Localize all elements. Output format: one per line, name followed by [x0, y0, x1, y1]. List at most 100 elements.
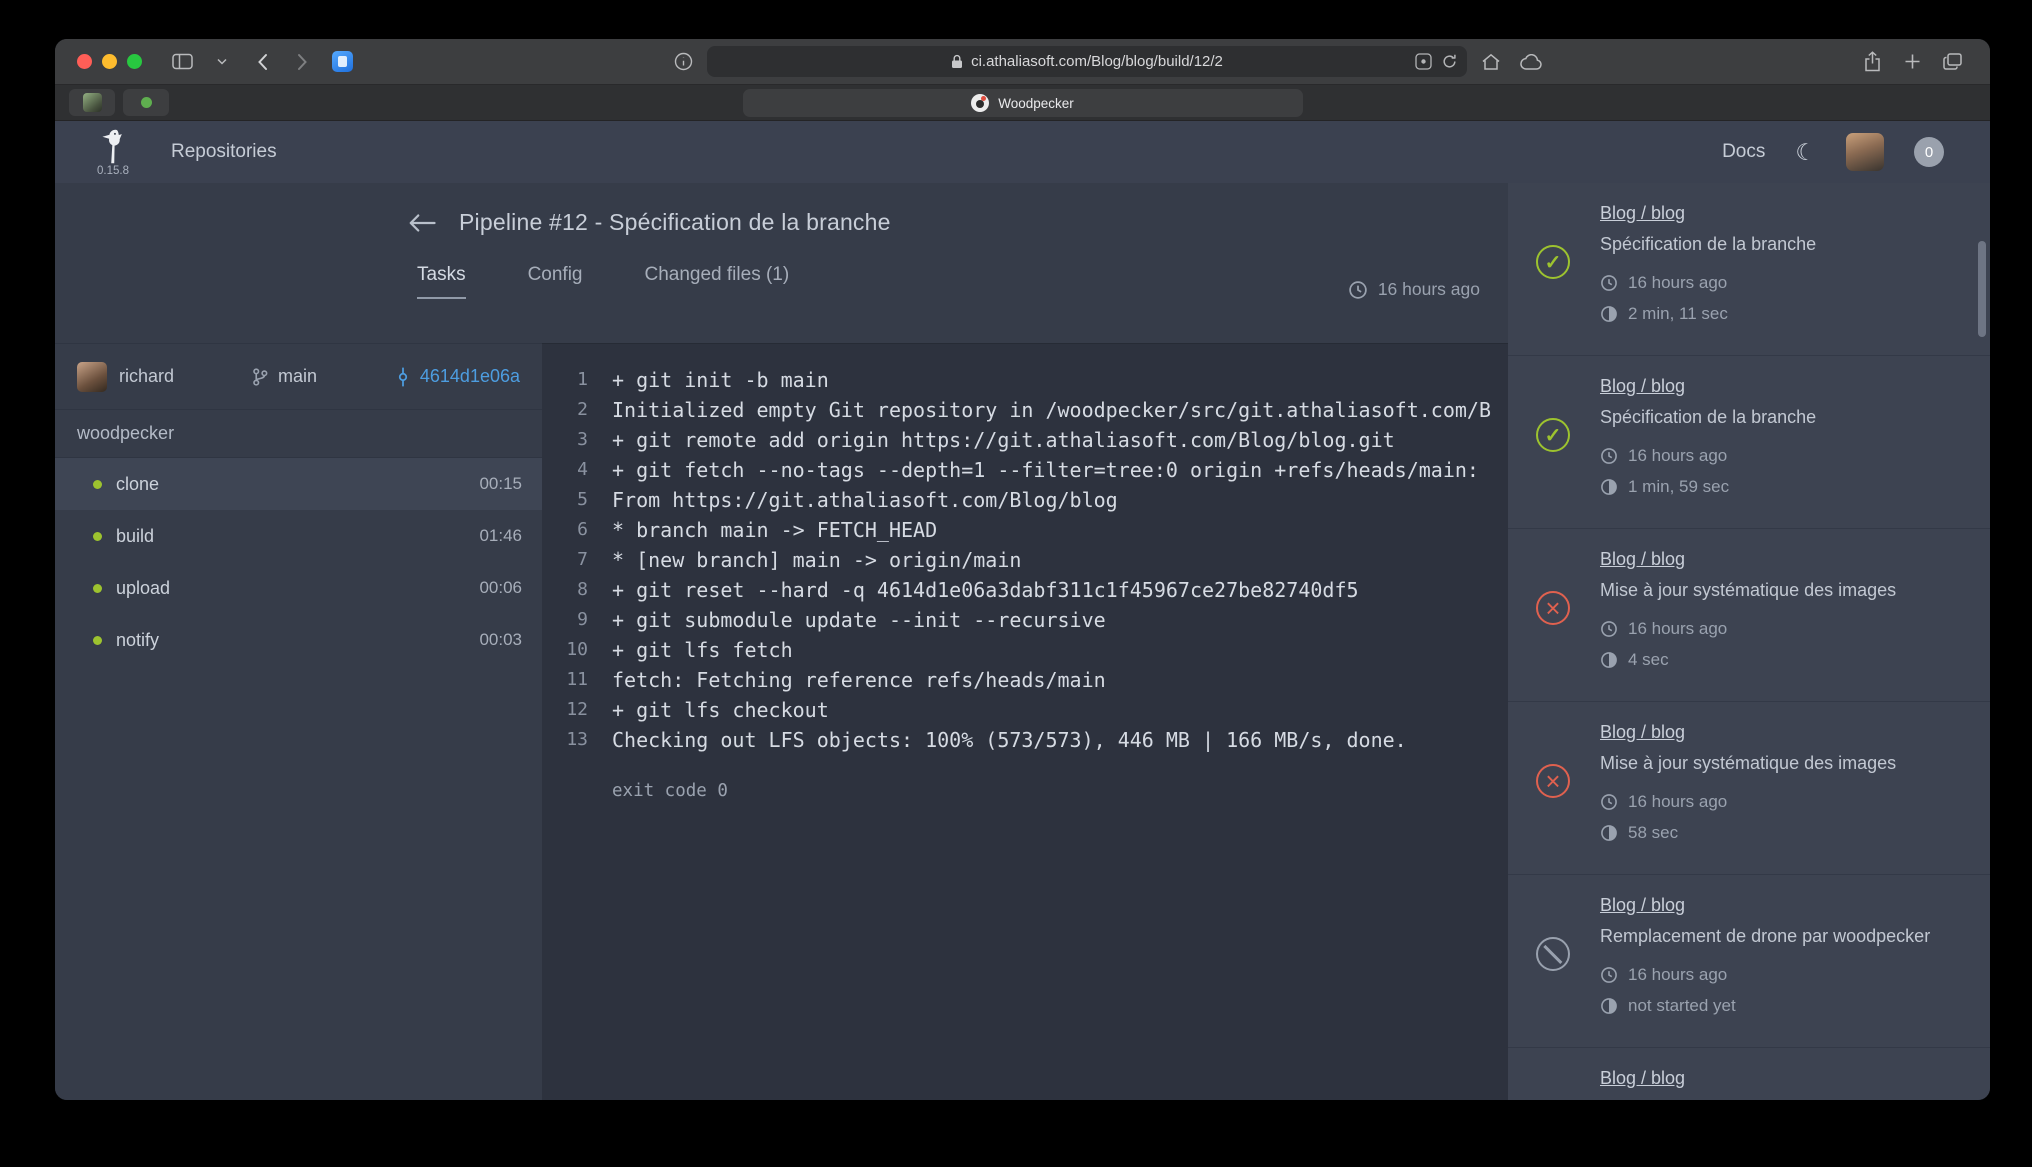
log-line-number[interactable]: 6 — [542, 515, 588, 545]
log-line: 1 + git init -b main — [542, 365, 1508, 395]
forward-button[interactable] — [286, 47, 318, 77]
address-bar[interactable]: ci.athaliasoft.com/Blog/blog/build/12/2 — [707, 46, 1467, 77]
tabs-overview-button[interactable] — [1936, 47, 1968, 77]
build-time-row: 16 hours ago — [1600, 267, 1960, 298]
build-message: Mise à jour systématique des images — [1600, 575, 1960, 605]
log-line-text: Checking out LFS objects: 100% (573/573)… — [612, 725, 1407, 755]
step-duration: 00:03 — [479, 630, 522, 650]
log-line-number[interactable]: 5 — [542, 485, 588, 515]
woodpecker-bird-icon — [98, 128, 128, 165]
log-line-number[interactable]: 7 — [542, 545, 588, 575]
close-window-button[interactable] — [77, 54, 92, 69]
active-tab[interactable]: Woodpecker — [743, 89, 1303, 117]
pinned-tab-1[interactable] — [69, 89, 115, 116]
app-shortcut-button[interactable] — [326, 47, 358, 77]
log-line: 7 * [new branch] main -> origin/main — [542, 545, 1508, 575]
reload-button[interactable] — [1441, 53, 1458, 70]
duration-icon — [1600, 997, 1618, 1015]
theme-toggle-moon-icon[interactable]: ☾ — [1795, 141, 1816, 164]
build-duration: 2 min, 11 sec — [1628, 298, 1728, 329]
pipeline-tab[interactable]: Changed files (1) — [645, 264, 790, 299]
tab-title: Woodpecker — [998, 96, 1074, 111]
build-repo-link[interactable]: Blog / blog — [1600, 545, 1685, 573]
new-tab-button[interactable] — [1896, 47, 1928, 77]
build-item[interactable]: Blog / blog Remplacement de drone par wo… — [1508, 875, 1990, 1048]
log-line-number[interactable]: 10 — [542, 635, 588, 665]
tabs-overview-icon — [1943, 53, 1962, 70]
sidebar-scrollbar-thumb[interactable] — [1978, 241, 1986, 337]
author-avatar — [77, 362, 107, 392]
page-menu-button[interactable] — [667, 47, 699, 77]
build-item[interactable]: Blog / blog Spécification de la branche … — [1508, 356, 1990, 529]
app-header: 0.15.8 Repositories Docs ☾ 0 — [55, 121, 1990, 183]
step-row[interactable]: build 01:46 — [55, 510, 542, 562]
pipeline-back-button[interactable] — [407, 211, 437, 235]
log-line-number[interactable]: 12 — [542, 695, 588, 725]
tab-group-chevron-button[interactable] — [206, 47, 238, 77]
log-line-number[interactable]: 8 — [542, 575, 588, 605]
share-button[interactable] — [1856, 47, 1888, 77]
build-repo-link[interactable]: Blog / blog — [1600, 372, 1685, 400]
minimize-window-button[interactable] — [102, 54, 117, 69]
share-icon — [1864, 51, 1881, 72]
docs-link[interactable]: Docs — [1722, 141, 1765, 163]
tab-strip: Woodpecker — [55, 85, 1990, 121]
step-status-dot — [93, 584, 102, 593]
log-line-number[interactable]: 3 — [542, 425, 588, 455]
log-line-number[interactable]: 1 — [542, 365, 588, 395]
workflow-group-label: woodpecker — [55, 410, 542, 458]
reload-icon — [1441, 53, 1458, 70]
commit-sha: 4614d1e06a — [420, 366, 520, 387]
sidebar-toggle-button[interactable] — [166, 47, 198, 77]
step-row[interactable]: upload 00:06 — [55, 562, 542, 614]
build-repo-link[interactable]: Blog / blog — [1600, 199, 1685, 227]
build-duration-row: 2 min, 11 sec — [1600, 298, 1960, 329]
url-text: ci.athaliasoft.com/Blog/blog/build/12/2 — [971, 53, 1223, 70]
nav-repositories[interactable]: Repositories — [171, 141, 277, 163]
log-line-number[interactable]: 11 — [542, 665, 588, 695]
build-item[interactable]: Blog / blog Spécification de la branche … — [1508, 183, 1990, 356]
commit-sha-link[interactable]: 4614d1e06a — [393, 366, 520, 387]
woodpecker-favicon — [971, 94, 989, 112]
log-line-text: From https://git.athaliasoft.com/Blog/bl… — [612, 485, 1118, 515]
woodpecker-logo[interactable]: 0.15.8 — [97, 128, 129, 177]
build-time-row: 16 hours ago — [1600, 786, 1960, 817]
step-row[interactable]: notify 00:03 — [55, 614, 542, 666]
exit-code: exit code 0 — [612, 776, 1508, 806]
duration-icon — [1600, 478, 1618, 496]
build-repo-link[interactable]: Blog / blog — [1600, 891, 1685, 919]
cloud-tabs-button[interactable] — [1515, 47, 1547, 77]
back-button[interactable] — [246, 47, 278, 77]
log-line-number[interactable]: 9 — [542, 605, 588, 635]
build-item[interactable]: Blog / blog Mise à jour systématique des… — [1508, 702, 1990, 875]
pipeline-tabs: Tasks Config Changed files (1) — [417, 264, 1484, 299]
privacy-report-button[interactable] — [1415, 53, 1432, 70]
pipeline-tab[interactable]: Config — [528, 264, 583, 299]
pinned-tab-2[interactable] — [123, 89, 169, 116]
step-duration: 00:15 — [479, 474, 522, 494]
step-row[interactable]: clone 00:15 — [55, 458, 542, 510]
log-line-text: + git lfs fetch — [612, 635, 793, 665]
build-time: 16 hours ago — [1628, 613, 1727, 644]
build-duration: 58 sec — [1628, 817, 1678, 848]
build-time-row: 16 hours ago — [1600, 959, 1960, 990]
branch-icon — [250, 367, 270, 387]
zoom-window-button[interactable] — [127, 54, 142, 69]
log-line-number[interactable]: 2 — [542, 395, 588, 425]
notification-badge[interactable]: 0 — [1914, 137, 1944, 167]
log-line: 12 + git lfs checkout — [542, 695, 1508, 725]
user-avatar[interactable] — [1846, 133, 1884, 171]
log-line-number[interactable]: 13 — [542, 725, 588, 755]
build-item[interactable]: Blog / blog Mise à jour systématique des… — [1508, 529, 1990, 702]
chevron-down-icon — [217, 58, 227, 65]
build-status-icon — [1536, 418, 1570, 452]
clock-icon — [1348, 280, 1368, 300]
build-duration: 1 min, 59 sec — [1628, 471, 1729, 502]
lock-icon — [951, 54, 963, 69]
build-item[interactable]: Blog / blog Remplacement de drone par wo… — [1508, 1048, 1990, 1100]
build-repo-link[interactable]: Blog / blog — [1600, 718, 1685, 746]
pipeline-tab[interactable]: Tasks — [417, 264, 466, 299]
build-repo-link[interactable]: Blog / blog — [1600, 1064, 1685, 1092]
log-line-number[interactable]: 4 — [542, 455, 588, 485]
home-button[interactable] — [1475, 47, 1507, 77]
